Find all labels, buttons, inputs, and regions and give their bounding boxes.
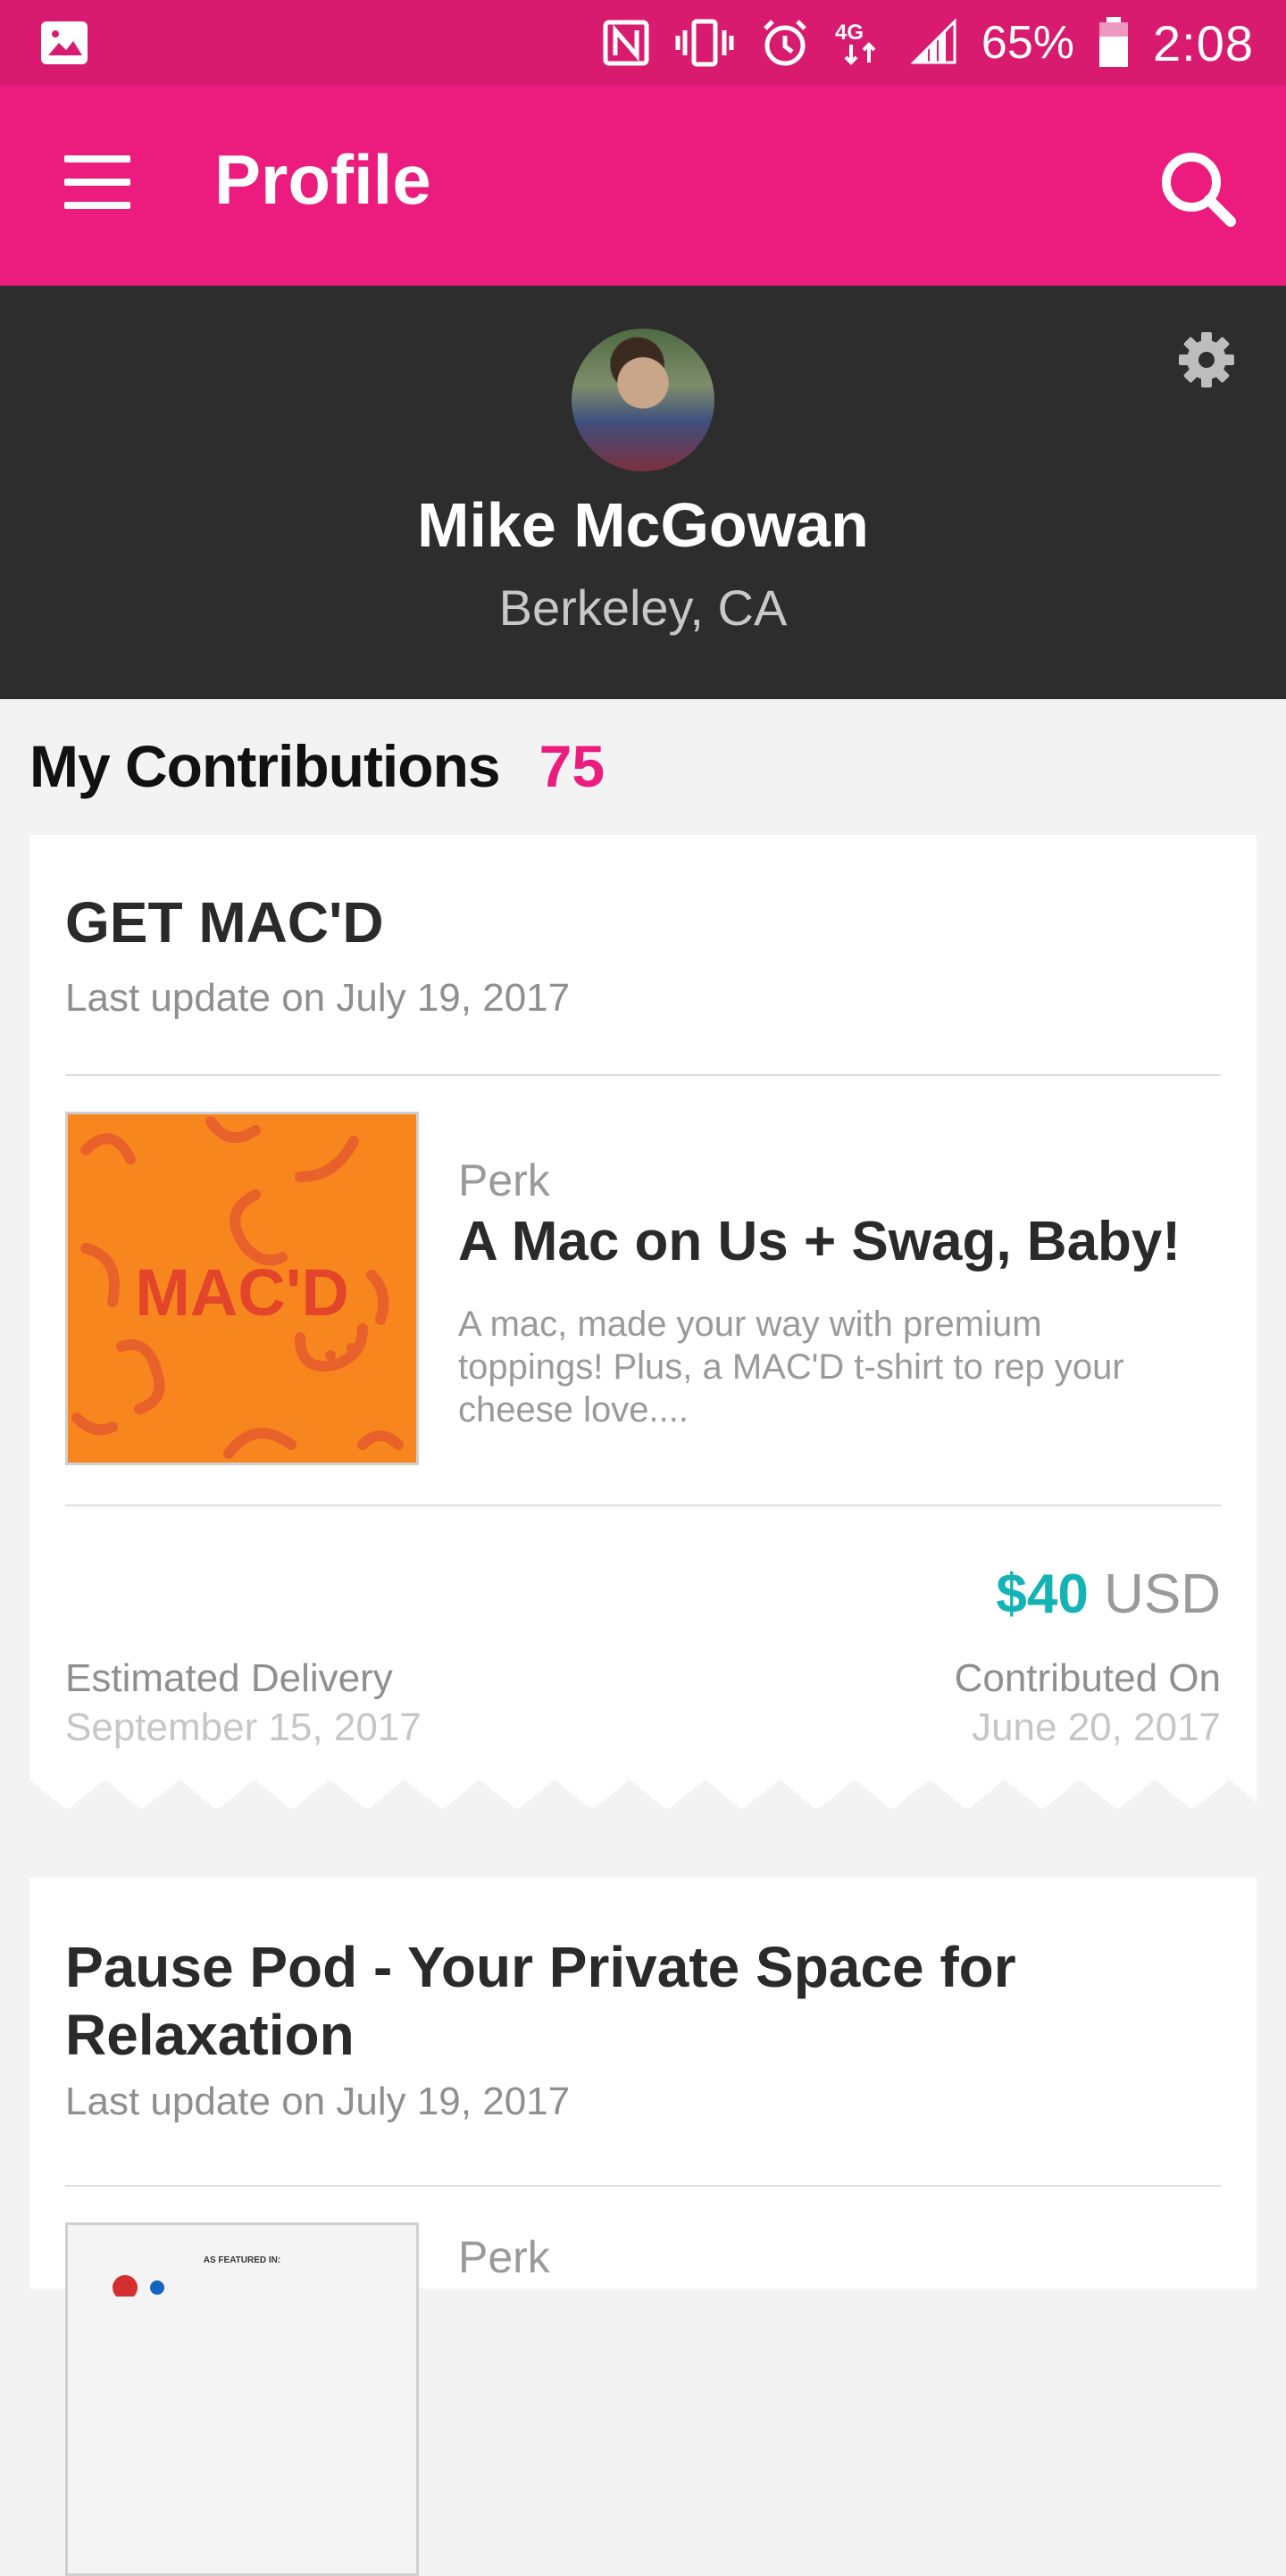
network-4g-icon: 4G <box>833 18 887 68</box>
contributions-title: My Contributions <box>29 733 501 799</box>
contributions-header: My Contributions 75 <box>29 732 605 800</box>
avatar[interactable] <box>572 329 714 471</box>
campaign-title[interactable]: Pause Pod - Your Private Space for Relax… <box>65 1933 1226 2069</box>
gallery-notification-icon <box>39 20 89 66</box>
amount-currency: USD <box>1104 1563 1221 1625</box>
contributed-label: Contributed On <box>954 1656 1221 1700</box>
alarm-icon <box>760 18 810 68</box>
contribution-card[interactable]: Pause Pod - Your Private Space for Relax… <box>29 1878 1257 2576</box>
battery-percent: 65% <box>981 17 1074 69</box>
battery-icon <box>1098 17 1130 69</box>
perk-label: Perk <box>458 2232 550 2282</box>
divider <box>65 1505 1221 1506</box>
contributed-date: June 20, 2017 <box>972 1705 1221 1749</box>
perk-description: A mac, made your way with premium toppin… <box>458 1305 1124 1430</box>
vibrate-icon <box>672 18 737 68</box>
hamburger-menu-icon[interactable] <box>64 155 136 213</box>
settings-gear-icon[interactable] <box>1177 330 1236 389</box>
perk-label: Perk <box>458 1155 550 1205</box>
perk-image-text: AS FEATURED IN: <box>204 2255 280 2265</box>
perk-title[interactable]: A Mac on Us + Swag, Baby! <box>458 1210 1181 1273</box>
divider <box>65 2185 1221 2187</box>
delivery-label: Estimated Delivery <box>65 1656 393 1700</box>
svg-text:4G: 4G <box>835 21 864 45</box>
nfc-icon <box>603 20 649 66</box>
receipt-zigzag-edge <box>29 1780 1257 1810</box>
perk-image-text: MAC'D <box>135 1255 349 1330</box>
search-icon[interactable] <box>1157 148 1238 229</box>
status-bar: 4G 65% 2:08 <box>0 0 1286 86</box>
divider <box>65 1074 1221 1076</box>
profile-name: Mike McGowan <box>417 490 869 560</box>
last-update: Last update on July 19, 2017 <box>65 2080 571 2123</box>
status-time: 2:08 <box>1153 14 1254 71</box>
perk-image[interactable]: MAC'D <box>65 1112 419 1465</box>
contributions-count: 75 <box>539 733 605 799</box>
profile-header: Mike McGowan Berkeley, CA <box>0 286 1286 699</box>
signal-icon <box>910 18 958 68</box>
contribution-card[interactable]: GET MAC'D Last update on July 19, 2017 M… <box>29 835 1257 1810</box>
profile-location: Berkeley, CA <box>498 579 788 636</box>
last-update: Last update on July 19, 2017 <box>65 976 571 1020</box>
perk-image[interactable]: AS FEATURED IN: <box>65 2222 419 2576</box>
contribution-amount: $40 USD <box>996 1563 1221 1626</box>
amount-value: $40 <box>996 1563 1089 1625</box>
app-bar: Profile <box>0 86 1286 286</box>
page-title: Profile <box>214 140 431 219</box>
campaign-title[interactable]: GET MAC'D <box>65 888 384 956</box>
delivery-date: September 15, 2017 <box>65 1705 422 1749</box>
